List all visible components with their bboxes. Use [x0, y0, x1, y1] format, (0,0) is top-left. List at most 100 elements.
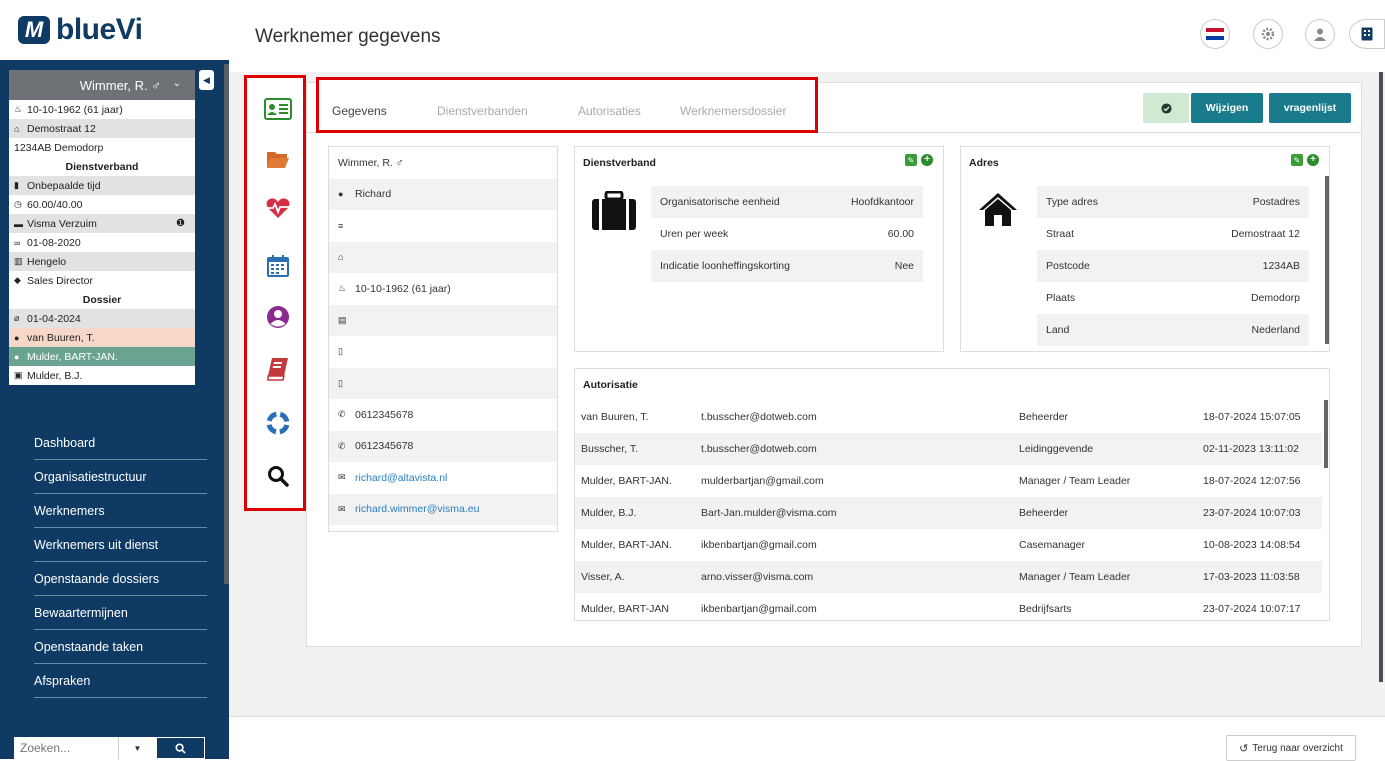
id-card-icon[interactable] [263, 94, 293, 124]
tab-gegevens[interactable]: Gegevens [332, 104, 387, 118]
calendar-icon[interactable] [263, 251, 293, 281]
edit-icon[interactable]: ✎ [1291, 154, 1303, 166]
autorisatie-datum: 10-08-2023 14:08:54 [1203, 539, 1301, 551]
info-icon[interactable]: ❶ [176, 218, 185, 229]
birthday-icon: ♨ [14, 104, 23, 114]
nav-dashboard[interactable]: Dashboard [34, 426, 207, 460]
briefcase-icon: ▮ [14, 180, 19, 190]
logo[interactable]: M blueVi [0, 0, 229, 60]
top-bar: Werknemer gegevens [229, 0, 1385, 72]
adres-scrollbar[interactable] [1325, 176, 1329, 344]
mail-icon: ✉ [338, 503, 346, 514]
page-scrollbar[interactable] [1379, 72, 1383, 682]
tab-dienstverbanden[interactable]: Dienstverbanden [437, 104, 528, 118]
building-icon: ▣ [14, 370, 23, 380]
search-dropdown-icon[interactable]: ▼ [118, 737, 156, 759]
person-row: ⌂ [329, 241, 557, 273]
main-nav: Dashboard Organisatiestructuur Werknemer… [0, 426, 229, 698]
nav-bewaartermijnen[interactable]: Bewaartermijnen [34, 596, 207, 630]
adres-label: Plaats [1046, 292, 1076, 304]
person-value: 0612345678 [355, 440, 414, 453]
adres-row: Land Nederland [1037, 314, 1309, 346]
autorisatie-datum: 18-07-2024 12:07:56 [1203, 475, 1301, 487]
adres-value: 1234AB [1262, 260, 1300, 272]
search-icon [175, 742, 186, 754]
employee-selector[interactable]: Wimmer, R. ♂ ⌄ [9, 70, 195, 100]
nav-openstaande-taken[interactable]: Openstaande taken [34, 630, 207, 664]
tab-werknemersdossier[interactable]: Werknemersdossier [680, 104, 786, 118]
gear-icon[interactable] [1253, 19, 1283, 49]
back-to-overview-button[interactable]: ↺ Terug naar overzicht [1226, 735, 1356, 761]
nav-openstaande-dossiers[interactable]: Openstaande dossiers [34, 562, 207, 596]
autorisatie-rol: Beheerder [1019, 411, 1069, 423]
dienstverband-row: Uren per week 60.00 [651, 218, 923, 250]
building-icon[interactable] [1349, 19, 1385, 49]
person-card: Wimmer, R. ♂ ● Richard ≡ ⌂ ♨ 10-10-1962 (61 ja… [328, 146, 558, 532]
dienstverband-value: Hoofdkantoor [850, 196, 914, 208]
autorisatie-rol: Bedrijfsarts [1019, 603, 1072, 615]
adres-card: Adres ✎ + Type adres Postadres Straat Demos… [960, 146, 1330, 352]
sidebar: M blueVi Wimmer, R. ♂ ⌄ ♨ 10-10-1962 (61 … [0, 0, 229, 759]
employee-name: Wimmer, R. ♂ [79, 77, 161, 93]
mobile-icon: ▯ [338, 377, 343, 388]
autorisatie-scrollbar[interactable] [1324, 400, 1328, 468]
employee-detail-row[interactable]: ● Mulder, BART-JAN. [9, 347, 195, 366]
ambulance-icon: ▬ [14, 218, 23, 229]
confirm-button[interactable] [1143, 93, 1189, 123]
autorisatie-card: Autorisatie van Buuren, T. t.busscher@dot… [574, 368, 1330, 621]
autorisatie-datum: 02-11-2023 13:11:02 [1203, 443, 1299, 455]
list-icon: ≡ [338, 220, 344, 231]
user-profile-icon[interactable] [1305, 19, 1335, 49]
mobile-icon: ▯ [338, 346, 343, 357]
wijzigen-button[interactable]: Wijzigen [1191, 93, 1263, 123]
employee-detail-text: van Buuren, T. [27, 331, 95, 344]
book-icon[interactable] [263, 354, 293, 384]
edit-icon[interactable]: ✎ [905, 154, 917, 166]
employee-detail-text: 01-08-2020 [27, 236, 81, 249]
handshake-icon: ∞ [14, 237, 21, 248]
collapse-arrow-icon[interactable]: ◀ [199, 70, 214, 90]
lifebuoy-icon[interactable] [263, 408, 293, 438]
dienstverband-label: Indicatie loonheffingskorting [660, 260, 790, 272]
employee-detail-row[interactable]: ● van Buuren, T. [9, 328, 195, 347]
email-link[interactable]: richard@altavista.nl [355, 472, 447, 484]
adres-value: Nederland [1251, 324, 1300, 336]
search-button[interactable] [156, 737, 205, 759]
vragenlijst-button[interactable]: vragenlijst [1269, 93, 1351, 123]
search-input[interactable] [14, 737, 118, 759]
autorisatie-email: ikbenbartjan@gmail.com [701, 539, 817, 551]
heartbeat-icon[interactable] [263, 193, 293, 223]
employee-detail-row: ◷ 60.00/40.00 [9, 195, 195, 214]
person-row: ✉ richard.wimmer@visma.eu [329, 493, 557, 525]
autorisatie-naam: Busscher, T. [581, 443, 639, 455]
adres-label: Land [1046, 324, 1070, 336]
language-flag-icon[interactable] [1200, 19, 1230, 49]
employee-detail-text: Mulder, B.J. [27, 369, 83, 382]
user-circle-icon[interactable] [263, 302, 293, 332]
folder-icon[interactable] [263, 145, 293, 175]
employee-detail-row: ⌀ 01-04-2024 [9, 309, 195, 328]
employee-detail-row: 1234AB Demodorp [9, 138, 195, 157]
person-row: ▤ [329, 304, 557, 336]
autorisatie-row: Busscher, T. t.busscher@dotweb.com Leiding… [575, 433, 1322, 465]
nav-werknemers[interactable]: Werknemers [34, 494, 207, 528]
add-icon[interactable]: + [1307, 154, 1319, 166]
undo-icon: ↺ [1239, 742, 1249, 755]
person-value: 0612345678 [355, 408, 414, 421]
add-icon[interactable]: + [921, 154, 933, 166]
tab-autorisaties[interactable]: Autorisaties [578, 104, 641, 118]
adres-value: Postadres [1252, 196, 1300, 208]
employee-detail-text: Hengelo [27, 255, 67, 268]
nav-afspraken[interactable]: Afspraken [34, 664, 207, 698]
nav-organisatiestructuur[interactable]: Organisatiestructuur [34, 460, 207, 494]
email-link[interactable]: richard.wimmer@visma.eu [355, 503, 479, 515]
employee-detail-text: 1234AB Demodorp [14, 141, 104, 154]
employee-detail-text: Demostraat 12 [27, 122, 96, 135]
adres-value: Demodorp [1250, 292, 1300, 304]
adres-row: Straat Demostraat 12 [1037, 218, 1309, 250]
dienstverband-card: Dienstverband ✎ + Organisatorische eenhe… [574, 146, 944, 352]
search-icon[interactable] [263, 461, 293, 491]
employee-detail-row: ∞ 01-08-2020 [9, 233, 195, 252]
nav-werknemers-uit-dienst[interactable]: Werknemers uit dienst [34, 528, 207, 562]
autorisatie-row: Mulder, BART-JAN ikbenbartjan@gmail.com Be… [575, 593, 1322, 620]
